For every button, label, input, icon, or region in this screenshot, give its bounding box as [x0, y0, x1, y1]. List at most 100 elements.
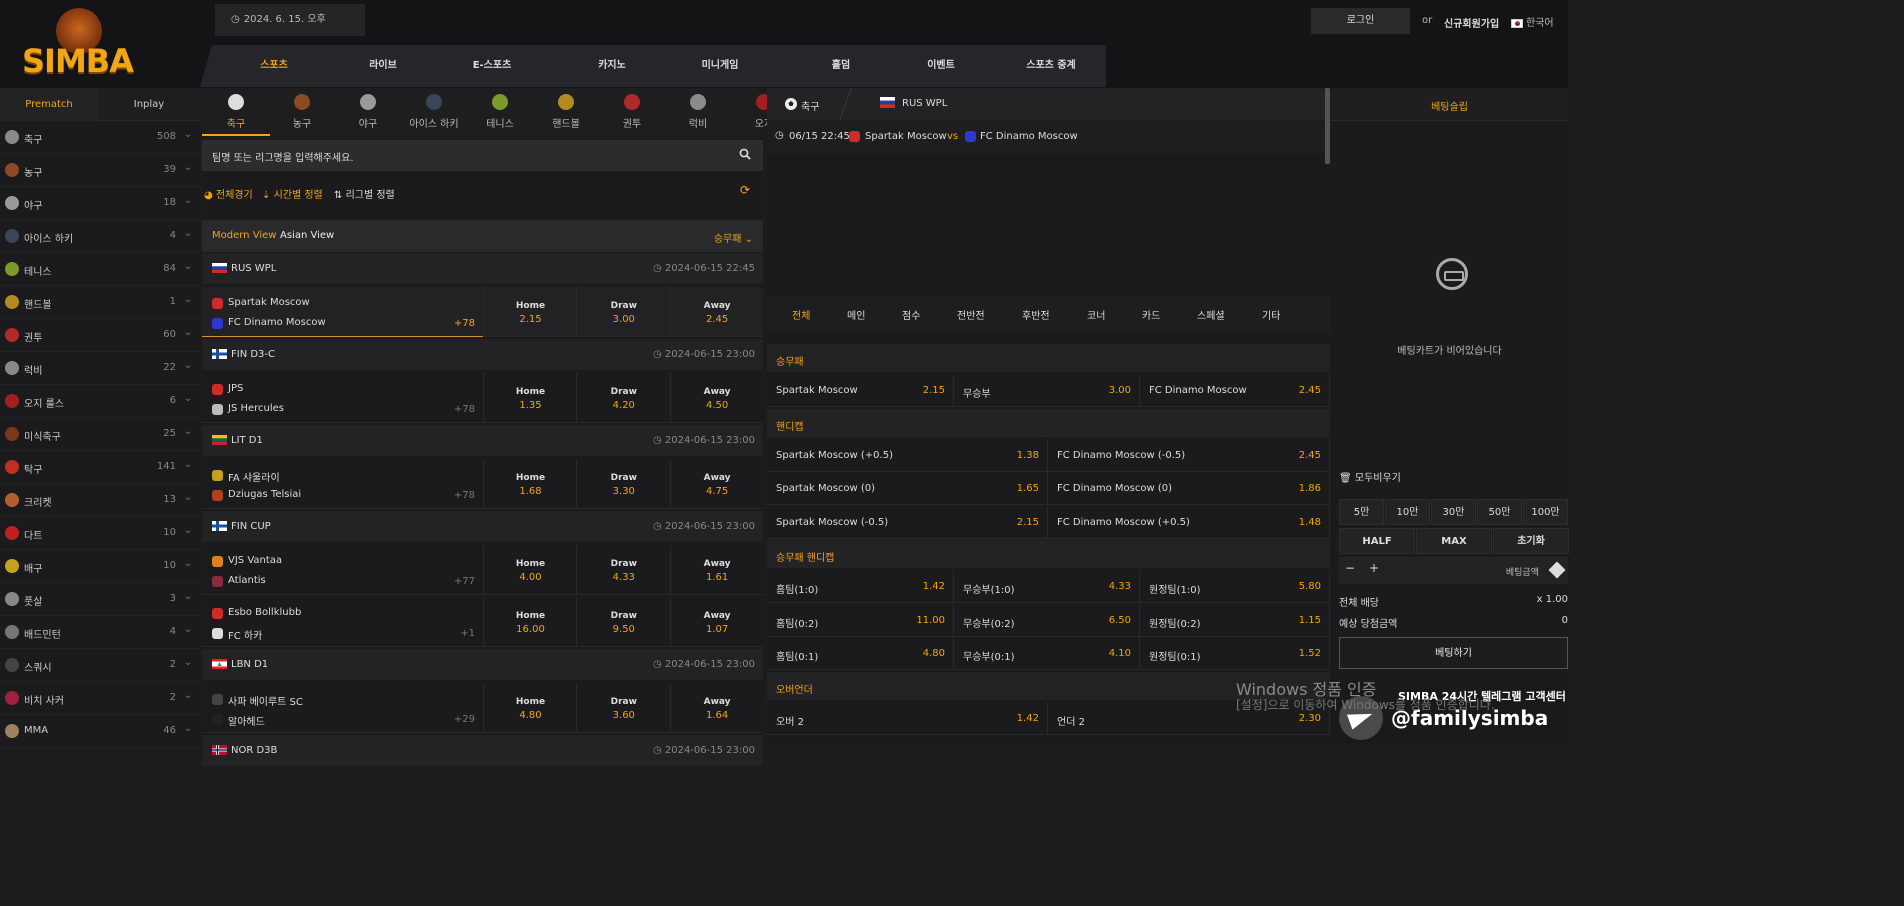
- chevron-down-icon[interactable]: ⌄: [184, 690, 192, 701]
- odds-button-draw[interactable]: Draw 4.33: [576, 545, 669, 595]
- detail-league-label[interactable]: RUS WPL: [902, 98, 947, 109]
- chevron-down-icon[interactable]: ⌄: [184, 393, 192, 404]
- sidebar-item-american-football[interactable]: 미식축구 25 ⌄: [0, 418, 200, 451]
- sort-all-button[interactable]: ◕ 전체경기: [204, 186, 253, 201]
- asian-view-tab[interactable]: Asian View: [280, 230, 334, 241]
- market-odds-button[interactable]: Spartak Moscow (0) 1.65: [767, 472, 1048, 505]
- market-odds-button[interactable]: 오버 2 1.42: [767, 701, 1048, 735]
- odds-button-home[interactable]: Home 1.68: [483, 459, 576, 509]
- sidebar-item-handball[interactable]: 핸드볼 1 ⌄: [0, 286, 200, 319]
- nav-item-1[interactable]: 라이브: [343, 45, 423, 87]
- sort-time-button[interactable]: ⇣ 시간별 정렬: [262, 186, 323, 201]
- amount-button-1[interactable]: 10만: [1385, 499, 1430, 525]
- odds-button-away[interactable]: Away 4.75: [669, 459, 763, 509]
- more-markets-count[interactable]: +78: [447, 404, 475, 415]
- chevron-down-icon[interactable]: ⌄: [184, 459, 192, 470]
- chevron-down-icon[interactable]: ⌄: [184, 327, 192, 338]
- sidebar-item-dart[interactable]: 다트 10 ⌄: [0, 517, 200, 550]
- modern-view-tab[interactable]: Modern View: [212, 230, 276, 241]
- search-icon[interactable]: [739, 148, 751, 160]
- league-header[interactable]: NOR D3B ◷ 2024-06-15 23:00: [202, 735, 763, 766]
- odds-button-home[interactable]: Home 4.80: [483, 683, 576, 733]
- market-header[interactable]: 승무패 핸디캡: [767, 540, 1330, 568]
- match-teams[interactable]: VJS Vantaa Atlantis +77: [202, 545, 483, 595]
- sport-tab-boxing-glove[interactable]: 권투: [598, 88, 666, 136]
- sport-tab-soccer-ball[interactable]: 축구: [202, 88, 270, 136]
- table-row[interactable]: JPS JS Hercules +78 Home 1.35 Draw 4.20 Away 4.5…: [202, 373, 763, 423]
- league-header[interactable]: FIN D3-C ◷ 2024-06-15 23:00: [202, 339, 763, 370]
- sidebar-item-basketball[interactable]: 농구 39 ⌄: [0, 154, 200, 187]
- odds-button-draw[interactable]: Draw 3.60: [576, 683, 669, 733]
- league-header[interactable]: LBN D1 ◷ 2024-06-15 23:00: [202, 649, 763, 680]
- chevron-down-icon[interactable]: ⌄: [184, 294, 192, 305]
- half-button[interactable]: HALF: [1339, 528, 1415, 554]
- eraser-icon[interactable]: [1548, 561, 1566, 579]
- detail-sport-label[interactable]: 축구: [801, 98, 819, 113]
- odds-button-home[interactable]: Home 1.35: [483, 373, 576, 423]
- more-markets-count[interactable]: +1: [447, 628, 475, 639]
- chevron-down-icon[interactable]: ⌄: [184, 195, 192, 206]
- chevron-down-icon[interactable]: ⌄: [184, 162, 192, 173]
- chevron-down-icon[interactable]: ⌄: [184, 558, 192, 569]
- match-teams[interactable]: Spartak Moscow FC Dinamo Moscow +78: [202, 287, 483, 337]
- chevron-down-icon[interactable]: ⌄: [184, 360, 192, 371]
- max-button[interactable]: MAX: [1416, 528, 1492, 554]
- market-tab-1[interactable]: 메인: [847, 307, 865, 322]
- simba-logo[interactable]: SIMBA: [22, 8, 134, 80]
- table-row[interactable]: 사파 베이루트 SC 알아헤드 +29 Home 4.80 Draw 3.60 Away 1.6…: [202, 683, 763, 733]
- sidebar-item-futsal-ball[interactable]: 풋살 3 ⌄: [0, 583, 200, 616]
- sidebar-item-hockey-puck[interactable]: 아이스 하키 4 ⌄: [0, 220, 200, 253]
- chevron-down-icon[interactable]: ⌄: [184, 723, 192, 734]
- nav-item-6[interactable]: 이벤트: [901, 45, 981, 87]
- match-teams[interactable]: JPS JS Hercules +78: [202, 373, 483, 423]
- chevron-down-icon[interactable]: ⌄: [184, 624, 192, 635]
- sidebar-item-volleyball[interactable]: 배구 10 ⌄: [0, 550, 200, 583]
- market-odds-button[interactable]: FC Dinamo Moscow (0) 1.86: [1048, 472, 1330, 505]
- more-markets-count[interactable]: +29: [447, 714, 475, 725]
- nav-item-4[interactable]: 미니게임: [680, 45, 760, 87]
- market-tab-5[interactable]: 코너: [1087, 307, 1105, 322]
- nav-item-3[interactable]: 카지노: [572, 45, 652, 87]
- increase-button[interactable]: +: [1369, 561, 1379, 575]
- market-tab-0[interactable]: 전체: [792, 307, 810, 322]
- sport-tab-rugby-ball[interactable]: 럭비: [664, 88, 732, 136]
- sidebar-item-tennis-ball[interactable]: 테니스 84 ⌄: [0, 253, 200, 286]
- market-odds-button[interactable]: 원정팀(0:1) 1.52: [1140, 637, 1330, 670]
- login-button[interactable]: 로그인: [1311, 8, 1410, 34]
- amount-button-2[interactable]: 30만: [1431, 499, 1476, 525]
- market-odds-button[interactable]: FC Dinamo Moscow 2.45: [1140, 374, 1330, 407]
- sidebar-item-table-tennis[interactable]: 탁구 141 ⌄: [0, 451, 200, 484]
- sidebar-item-rugby-ball[interactable]: 럭비 22 ⌄: [0, 352, 200, 385]
- more-markets-count[interactable]: +77: [447, 576, 475, 587]
- table-row[interactable]: FA 샤울라이 Dziugas Telsiai +78 Home 1.68 Draw 3.3…: [202, 459, 763, 509]
- market-odds-button[interactable]: 무승부(0:2) 6.50: [954, 603, 1140, 637]
- more-markets-count[interactable]: +78: [447, 490, 475, 501]
- chevron-down-icon[interactable]: ⌄: [184, 129, 192, 140]
- nav-item-5[interactable]: 홀덤: [801, 45, 881, 87]
- odds-button-draw[interactable]: Draw 3.00: [576, 287, 669, 337]
- more-markets-count[interactable]: +78: [447, 318, 475, 329]
- sport-tab-basketball[interactable]: 농구: [268, 88, 336, 136]
- match-teams[interactable]: 사파 베이루트 SC 알아헤드 +29: [202, 683, 483, 733]
- language-selector[interactable]: 한국어: [1511, 14, 1554, 29]
- market-header[interactable]: 핸디캡: [767, 408, 1330, 437]
- nav-item-7[interactable]: 스포츠 중계: [1011, 45, 1091, 87]
- odds-button-home[interactable]: Home 16.00: [483, 597, 576, 647]
- chevron-down-icon[interactable]: ⌄: [184, 228, 192, 239]
- market-odds-button[interactable]: 무승부 3.00: [954, 374, 1140, 407]
- market-tab-4[interactable]: 후반전: [1022, 307, 1050, 322]
- chevron-down-icon[interactable]: ⌄: [184, 492, 192, 503]
- odds-button-draw[interactable]: Draw 9.50: [576, 597, 669, 647]
- sidebar-item-beach-soccer[interactable]: 비치 사커 2 ⌄: [0, 682, 200, 715]
- signup-link[interactable]: 신규회원가입: [1444, 15, 1499, 30]
- league-header[interactable]: LIT D1 ◷ 2024-06-15 23:00: [202, 425, 763, 456]
- market-tab-3[interactable]: 전반전: [957, 307, 985, 322]
- sport-tab-handball[interactable]: 핸드볼: [532, 88, 600, 136]
- sport-tab-tennis-ball[interactable]: 테니스: [466, 88, 534, 136]
- amount-button-0[interactable]: 5만: [1339, 499, 1384, 525]
- odds-button-away[interactable]: Away 1.07: [669, 597, 763, 647]
- sidebar-item-squash[interactable]: 스쿼시 2 ⌄: [0, 649, 200, 682]
- odds-button-away[interactable]: Away 2.45: [669, 287, 763, 337]
- clear-all-button[interactable]: 🗑 모두비우기: [1339, 469, 1401, 484]
- league-header[interactable]: RUS WPL ◷ 2024-06-15 22:45: [202, 253, 763, 284]
